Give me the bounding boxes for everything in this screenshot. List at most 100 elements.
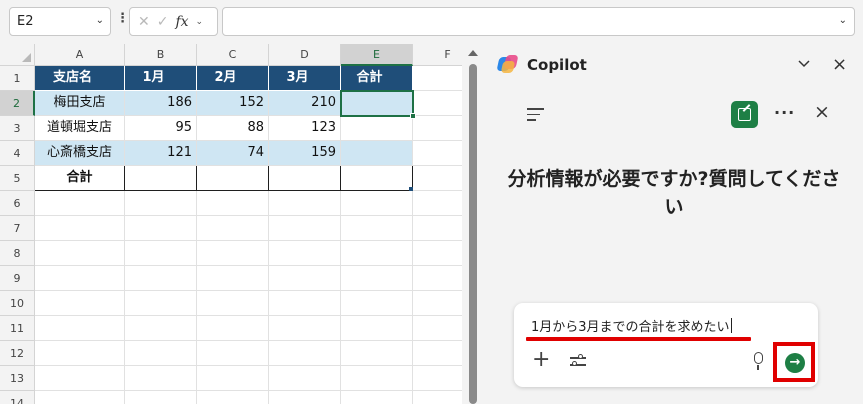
grid-cell[interactable] (413, 366, 462, 391)
grid-cell[interactable] (341, 391, 413, 404)
chevron-down-icon[interactable] (798, 58, 810, 70)
grid-cell[interactable] (35, 391, 125, 404)
grid-cell[interactable] (35, 241, 125, 266)
expand-formula-bar-icon[interactable]: ⌄ (839, 15, 847, 26)
grid-cell[interactable] (341, 291, 413, 316)
row-header-4[interactable]: 4 (0, 141, 35, 166)
grid-cell[interactable] (341, 241, 413, 266)
grid-cell[interactable] (269, 391, 341, 404)
grid-cell[interactable] (125, 391, 197, 404)
column-header-c[interactable]: C (197, 44, 269, 66)
chat-input[interactable]: 1月から3月までの合計を求めたい (531, 316, 732, 335)
value-cell[interactable] (341, 116, 413, 141)
grid-cell[interactable] (197, 241, 269, 266)
grid-cell[interactable] (269, 216, 341, 241)
grid-cell[interactable] (269, 291, 341, 316)
row-header-8[interactable]: 8 (0, 241, 35, 266)
grid-cell[interactable] (413, 266, 462, 291)
grid-cell[interactable] (197, 316, 269, 341)
grid-cell[interactable] (413, 316, 462, 341)
grid-cell[interactable] (197, 266, 269, 291)
send-arrow-icon[interactable]: → (785, 353, 805, 373)
grid-cell[interactable] (341, 366, 413, 391)
grid-cell[interactable] (413, 141, 462, 166)
grid-cell[interactable] (125, 216, 197, 241)
grid-cell[interactable] (197, 291, 269, 316)
grid-cell[interactable] (197, 191, 269, 216)
chat-input-box[interactable]: 1月から3月までの合計を求めたい + → (514, 303, 818, 387)
grid-cell[interactable] (413, 291, 462, 316)
name-box[interactable]: E2 ⌄ (9, 7, 111, 36)
row-header-2[interactable]: 2 (0, 91, 35, 116)
table-header[interactable]: 支店名 (35, 66, 125, 91)
grid-cell[interactable] (35, 316, 125, 341)
total-cell[interactable] (197, 166, 269, 191)
grid-cell[interactable] (197, 366, 269, 391)
scrollbar-thumb[interactable] (469, 64, 477, 404)
chevron-down-icon[interactable]: ⌄ (196, 17, 204, 27)
row-header-9[interactable]: 9 (0, 266, 35, 291)
scroll-up-icon[interactable] (468, 50, 478, 56)
grid-cell[interactable] (35, 191, 125, 216)
grid-cell[interactable] (341, 191, 413, 216)
value-cell[interactable]: 186 (125, 91, 197, 116)
table-header[interactable]: 2月 (197, 66, 269, 91)
grid-cell[interactable] (197, 341, 269, 366)
value-cell[interactable]: 159 (269, 141, 341, 166)
grid-cell[interactable] (269, 366, 341, 391)
total-cell[interactable] (125, 166, 197, 191)
grid-cell[interactable] (35, 266, 125, 291)
value-cell[interactable] (341, 91, 413, 116)
column-header-b[interactable]: B (125, 44, 197, 66)
chevron-down-icon[interactable]: ⌄ (96, 15, 104, 26)
grid-cell[interactable] (341, 341, 413, 366)
branch-name-cell[interactable]: 梅田支店 (35, 91, 125, 116)
grid-cell[interactable] (197, 391, 269, 404)
column-header-f[interactable]: F (413, 44, 462, 66)
grid-cell[interactable] (341, 266, 413, 291)
close-icon[interactable]: × (814, 103, 830, 122)
grid-cell[interactable] (125, 316, 197, 341)
grid-cell[interactable] (269, 316, 341, 341)
grid-cell[interactable] (413, 241, 462, 266)
more-icon[interactable]: ··· (774, 105, 795, 121)
value-cell[interactable]: 152 (197, 91, 269, 116)
grid-cell[interactable] (269, 241, 341, 266)
insert-function-icon[interactable]: fx (175, 14, 188, 30)
grid-cell[interactable] (197, 216, 269, 241)
row-header-13[interactable]: 13 (0, 366, 35, 391)
grid-cell[interactable] (413, 116, 462, 141)
grid-cell[interactable] (35, 216, 125, 241)
value-cell[interactable]: 88 (197, 116, 269, 141)
value-cell[interactable]: 74 (197, 141, 269, 166)
value-cell[interactable]: 95 (125, 116, 197, 141)
grid-cell[interactable] (269, 191, 341, 216)
enter-icon[interactable]: ✓ (157, 14, 169, 30)
column-header-e[interactable]: E (341, 44, 413, 66)
grid-cell[interactable] (341, 216, 413, 241)
row-header-7[interactable]: 7 (0, 216, 35, 241)
grid-cell[interactable] (413, 341, 462, 366)
menu-icon[interactable] (527, 108, 544, 122)
row-header-6[interactable]: 6 (0, 191, 35, 216)
row-header-14[interactable]: 14 (0, 391, 35, 404)
grid-cell[interactable] (269, 266, 341, 291)
grid-cell[interactable] (269, 341, 341, 366)
more-vertical-icon[interactable]: ⋮ (116, 12, 129, 25)
select-all-corner[interactable] (0, 44, 35, 66)
fill-handle[interactable] (410, 113, 416, 119)
value-cell[interactable]: 123 (269, 116, 341, 141)
plus-icon[interactable]: + (532, 349, 550, 371)
grid-cell[interactable] (35, 366, 125, 391)
microphone-icon[interactable] (754, 352, 763, 370)
column-header-d[interactable]: D (269, 44, 341, 66)
table-header[interactable]: 合計 (341, 66, 413, 91)
grid-cell[interactable] (413, 191, 462, 216)
grid-cell[interactable] (35, 341, 125, 366)
column-header-a[interactable]: A (35, 44, 125, 66)
row-header-10[interactable]: 10 (0, 291, 35, 316)
row-header-3[interactable]: 3 (0, 116, 35, 141)
vertical-scrollbar[interactable] (463, 44, 483, 404)
sliders-icon[interactable] (570, 354, 586, 368)
row-header-1[interactable]: 1 (0, 66, 35, 91)
